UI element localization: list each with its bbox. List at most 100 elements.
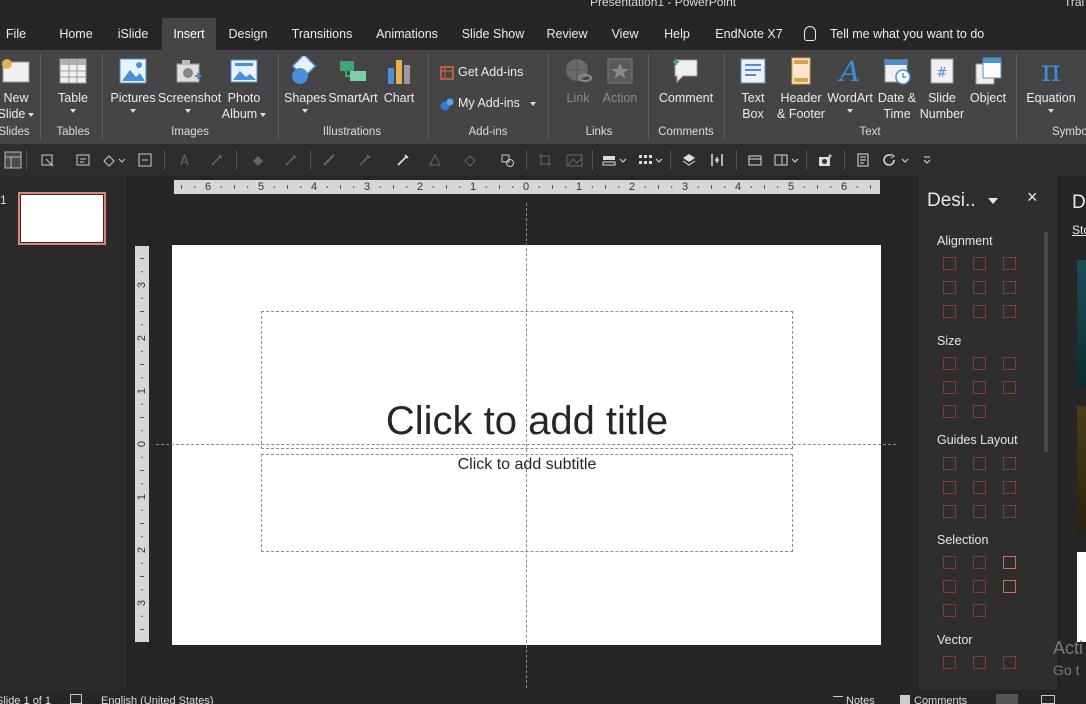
- tab-design[interactable]: Design: [220, 18, 276, 50]
- selection-tool-icon[interactable]: [943, 556, 956, 569]
- my-addins-button[interactable]: My Add-ins: [440, 93, 536, 113]
- shapes-button[interactable]: Shapes: [284, 56, 326, 113]
- alignment-tool-icon[interactable]: [1003, 257, 1016, 270]
- comments-button[interactable]: Comments: [914, 695, 967, 704]
- action-button[interactable]: Action: [600, 56, 640, 106]
- guides-icon[interactable]: [774, 153, 800, 167]
- selection-tool-icon[interactable]: [1003, 556, 1016, 569]
- alignment-tool-icon[interactable]: [943, 281, 956, 294]
- guides-tool-icon[interactable]: [1003, 505, 1016, 518]
- equation-button[interactable]: π Equation: [1024, 56, 1078, 113]
- alignment-tool-icon[interactable]: [1003, 305, 1016, 318]
- tab-transitions[interactable]: Transitions: [284, 18, 360, 50]
- alignment-tool-icon[interactable]: [943, 257, 956, 270]
- alignment-tool-icon[interactable]: [1003, 281, 1016, 294]
- tab-home[interactable]: Home: [48, 18, 104, 50]
- tab-insert[interactable]: Insert: [162, 18, 216, 50]
- language-status[interactable]: English (United States): [101, 695, 214, 704]
- new-slide-button[interactable]: New Slide: [0, 56, 36, 122]
- selection-tool-icon[interactable]: [973, 604, 986, 617]
- text-box-button[interactable]: Text Box: [734, 56, 772, 122]
- guides-tool-icon[interactable]: [943, 457, 956, 470]
- tab-endnote[interactable]: EndNote X7: [708, 18, 790, 50]
- tab-animations[interactable]: Animations: [368, 18, 446, 50]
- selection-tool-icon[interactable]: [973, 556, 986, 569]
- design-pane-scrollbar[interactable]: [1044, 232, 1048, 452]
- design-idea-thumbnail-2[interactable]: [1077, 406, 1086, 534]
- guides-tool-icon[interactable]: [973, 505, 986, 518]
- selection-tool-icon[interactable]: [943, 580, 956, 593]
- selection-tool-icon[interactable]: [943, 604, 956, 617]
- ruler-toggle-icon[interactable]: [748, 153, 762, 167]
- guides-tool-icon[interactable]: [973, 481, 986, 494]
- design-idea-thumbnail-3[interactable]: [1077, 552, 1086, 642]
- alignment-tool-icon[interactable]: [943, 305, 956, 318]
- tab-review[interactable]: Review: [540, 18, 594, 50]
- size-tool-icon[interactable]: [973, 357, 986, 370]
- eyedropper-active-icon[interactable]: [396, 153, 410, 167]
- refresh-icon[interactable]: [882, 153, 910, 167]
- guides-tool-icon[interactable]: [943, 481, 956, 494]
- size-tool-icon[interactable]: [973, 381, 986, 394]
- tab-file[interactable]: File: [0, 18, 32, 50]
- design-idea-thumbnail-1[interactable]: [1077, 260, 1086, 388]
- table-button[interactable]: Table: [52, 56, 94, 113]
- layout-icon[interactable]: [4, 151, 22, 169]
- vector-tool-icon[interactable]: [1003, 656, 1016, 669]
- size-tool-icon[interactable]: [973, 405, 986, 418]
- tab-islide[interactable]: iSlide: [110, 18, 156, 50]
- textbox-tool-icon[interactable]: [76, 153, 90, 167]
- replace-icon[interactable]: [138, 153, 152, 167]
- copy-format-icon[interactable]: [40, 153, 54, 167]
- wordart-button[interactable]: A WordArt: [826, 56, 874, 113]
- selection-tool-icon[interactable]: [1003, 580, 1016, 593]
- vertical-guide[interactable]: [526, 203, 527, 688]
- normal-view-icon[interactable]: [996, 694, 1018, 704]
- spellcheck-icon[interactable]: [70, 694, 82, 704]
- smartart-button[interactable]: SmartArt: [328, 56, 378, 106]
- size-tool-icon[interactable]: [1003, 381, 1016, 394]
- vector-tool-icon[interactable]: [943, 656, 956, 669]
- size-tool-icon[interactable]: [943, 357, 956, 370]
- comment-button[interactable]: Comment: [656, 56, 716, 106]
- grid-arrange-icon[interactable]: [638, 153, 664, 167]
- close-icon[interactable]: ×: [1027, 187, 1038, 208]
- tab-view[interactable]: View: [604, 18, 646, 50]
- header-footer-button[interactable]: Header & Footer: [774, 56, 828, 122]
- notes-button[interactable]: Notes: [846, 695, 875, 704]
- distribute-icon[interactable]: [710, 153, 724, 167]
- horizontal-guide[interactable]: [156, 444, 896, 445]
- tell-me-search[interactable]: Tell me what you want to do: [804, 18, 984, 50]
- designer-link[interactable]: Sto: [1072, 223, 1086, 237]
- alignment-tool-icon[interactable]: [973, 257, 986, 270]
- photo-album-button[interactable]: Photo Album: [220, 56, 268, 122]
- alignment-tool-icon[interactable]: [973, 281, 986, 294]
- shape-picker-icon[interactable]: [102, 153, 126, 167]
- size-tool-icon[interactable]: [943, 405, 956, 418]
- chart-button[interactable]: Chart: [380, 56, 418, 106]
- size-tool-icon[interactable]: [943, 381, 956, 394]
- notes-tool-icon[interactable]: [856, 153, 870, 167]
- tab-slide-show[interactable]: Slide Show: [456, 18, 530, 50]
- get-addins-button[interactable]: Get Add-ins: [440, 62, 523, 82]
- guides-tool-icon[interactable]: [1003, 481, 1016, 494]
- date-time-button[interactable]: Date & Time: [876, 56, 918, 122]
- vector-tool-icon[interactable]: [973, 656, 986, 669]
- align-objects-icon[interactable]: [602, 153, 628, 167]
- selection-tool-icon[interactable]: [973, 580, 986, 593]
- guides-tool-icon[interactable]: [943, 505, 956, 518]
- pictures-button[interactable]: Pictures: [110, 56, 156, 113]
- object-button[interactable]: Object: [966, 56, 1010, 106]
- group-objects-icon[interactable]: [500, 153, 514, 167]
- overflow-icon[interactable]: [920, 153, 934, 167]
- link-button[interactable]: Link: [560, 56, 596, 106]
- guides-tool-icon[interactable]: [1003, 457, 1016, 470]
- sorter-view-icon[interactable]: [1041, 695, 1055, 704]
- guides-tool-icon[interactable]: [973, 457, 986, 470]
- slide-number-button[interactable]: # Slide Number: [918, 56, 966, 122]
- screenshot-button[interactable]: Screenshot: [158, 56, 221, 113]
- layers-icon[interactable]: [682, 153, 696, 167]
- pane-options-chevron-icon[interactable]: [988, 198, 998, 204]
- size-tool-icon[interactable]: [1003, 357, 1016, 370]
- tab-help[interactable]: Help: [656, 18, 698, 50]
